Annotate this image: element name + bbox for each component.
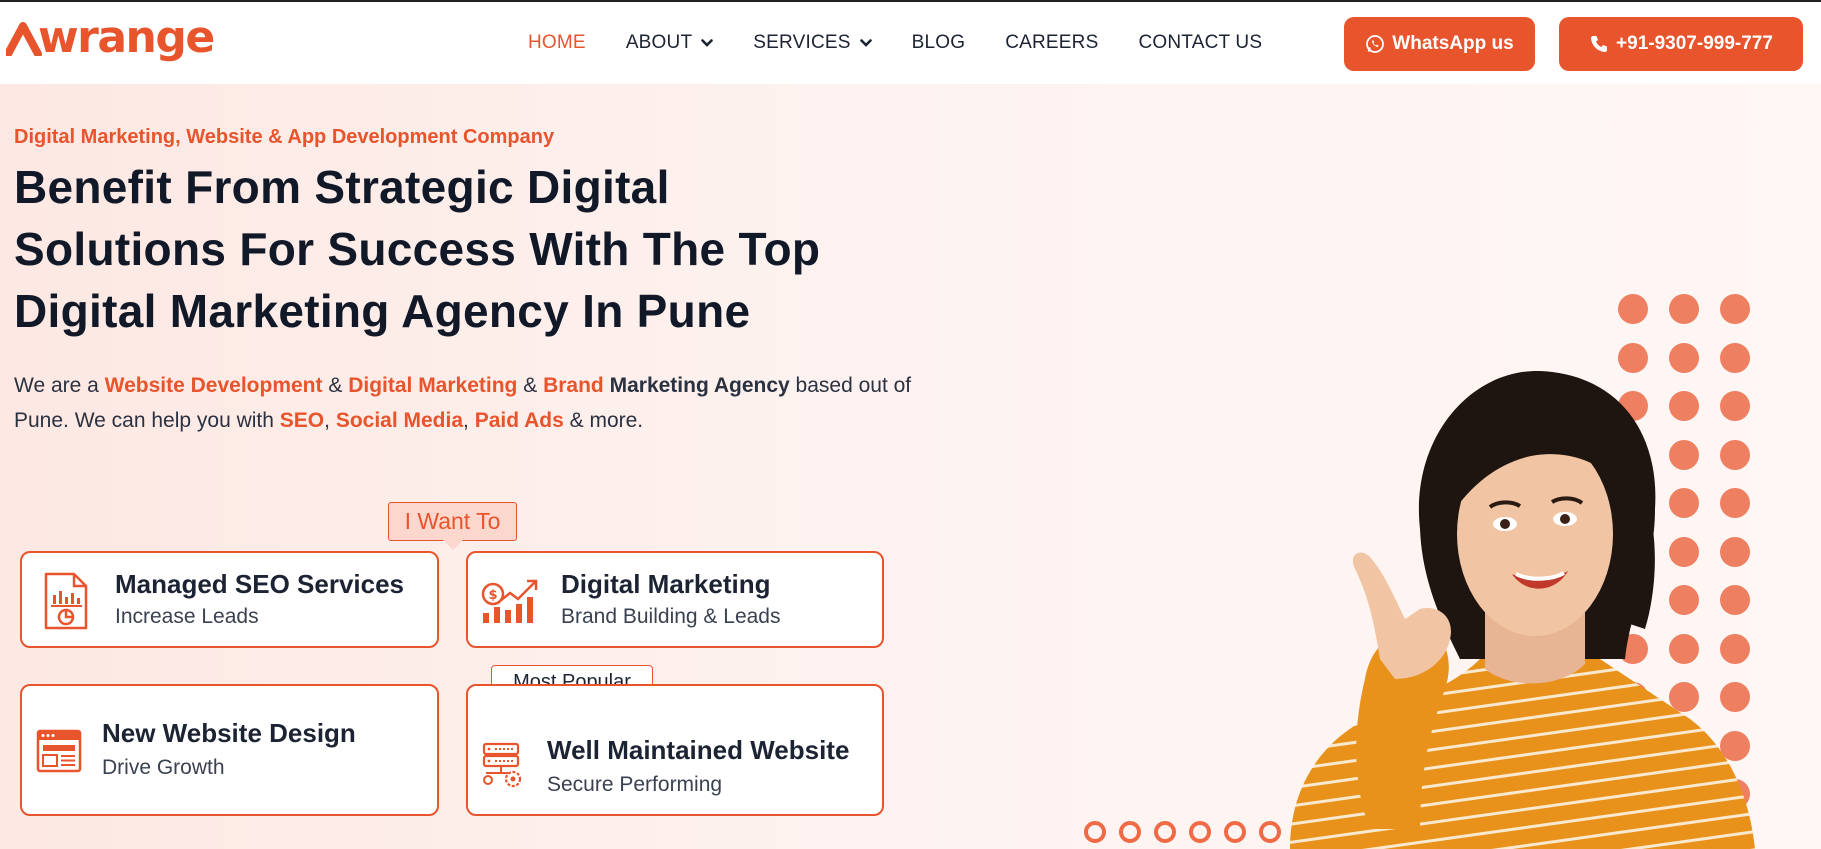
carousel-indicators [1084,821,1294,843]
i-want-to-label: I Want To [388,502,517,541]
card-title: Well Maintained Website [547,735,850,765]
service-card-website-design[interactable]: New Website Design Drive Growth [20,684,439,816]
card-subtitle: Brand Building & Leads [561,605,781,628]
headline-line-1: Benefit From Strategic Digital [14,161,670,213]
lead-text: & [517,374,544,397]
nav-careers[interactable]: CAREERS [1005,32,1098,54]
lead-seo: SEO [279,409,325,432]
server-maintenance-icon [482,742,522,788]
carousel-dot[interactable] [1189,821,1211,843]
brand-logo[interactable]: wrange [6,12,215,63]
carousel-dot[interactable] [1154,821,1176,843]
lead-marketing-agency: Marketing Agency [603,374,790,397]
hero-section: Digital Marketing, Website & App Develop… [0,84,1821,849]
headline-line-3: Digital Marketing Agency In Pune [14,285,751,337]
main-nav: HOME ABOUT SERVICES BLOG CAREERS CONTACT… [528,32,1302,54]
logo-text: wrange [38,12,215,63]
carousel-dot[interactable] [1224,821,1246,843]
chevron-down-icon [859,39,872,47]
lead-paid-ads: Paid Ads [474,409,564,432]
card-title: New Website Design [102,718,356,748]
whatsapp-icon [1366,35,1385,53]
nav-about[interactable]: ABOUT [625,32,714,54]
decorative-dot [1618,294,1648,324]
growth-chart-icon: $ [481,579,538,623]
card-title: Digital Marketing [561,569,771,599]
phone-button[interactable]: +91-9307-999-777 [1559,17,1803,71]
card-subtitle: Drive Growth [102,756,225,779]
carousel-dot[interactable] [1084,821,1106,843]
chevron-down-icon [701,39,714,47]
nav-services-label: SERVICES [753,32,851,53]
lead-text: We are a [14,374,105,397]
nav-contact-label: CONTACT US [1138,32,1263,53]
svg-text:$: $ [488,588,497,603]
whatsapp-label: WhatsApp us [1392,33,1514,54]
decorative-dot [1720,294,1750,324]
lead-brand: Brand [543,374,604,397]
seo-report-icon [44,572,88,630]
card-subtitle: Secure Performing [547,773,723,796]
service-card-digital-marketing[interactable]: $ Digital Marketing Brand Building & Lea… [466,551,884,648]
lead-text: , [324,409,336,432]
phone-label: +91-9307-999-777 [1616,33,1773,54]
hero-lead: We are a Website Development & Digital M… [14,368,914,438]
nav-blog-label: BLOG [911,32,966,53]
nav-contact[interactable]: CONTACT US [1138,32,1262,54]
hero-woman-pointing-image [1290,370,1755,849]
hero-headline: Benefit From Strategic Digital Solutions… [14,156,874,342]
label-pointer [443,540,463,550]
lead-social-media: Social Media [335,409,464,432]
nav-services[interactable]: SERVICES [753,32,872,54]
headline-line-2: Solutions For Success With The Top [14,223,821,275]
website-layout-icon [36,729,82,773]
nav-home[interactable]: HOME [528,32,586,54]
service-card-website-maintenance[interactable]: Well Maintained Website Secure Performin… [466,684,884,816]
lead-text: & more. [563,409,644,432]
nav-home-label: HOME [528,32,586,53]
phone-icon [1591,36,1608,52]
nav-about-label: ABOUT [625,32,693,53]
lead-website-development: Website Development [104,374,323,397]
service-card-seo[interactable]: Managed SEO Services Increase Leads [20,551,439,648]
site-header: wrange HOME ABOUT SERVICES BLOG CAREERS … [0,2,1821,84]
decorative-dot [1669,294,1699,324]
hero-eyebrow: Digital Marketing, Website & App Develop… [14,126,555,148]
nav-blog[interactable]: BLOG [912,32,966,54]
lead-text: & [322,374,349,397]
whatsapp-button[interactable]: WhatsApp us [1344,17,1535,71]
nav-careers-label: CAREERS [1005,32,1099,53]
lead-text: , [463,409,475,432]
card-subtitle: Increase Leads [115,605,259,628]
carousel-dot[interactable] [1119,821,1141,843]
lead-digital-marketing: Digital Marketing [348,374,518,397]
card-title: Managed SEO Services [115,569,405,599]
